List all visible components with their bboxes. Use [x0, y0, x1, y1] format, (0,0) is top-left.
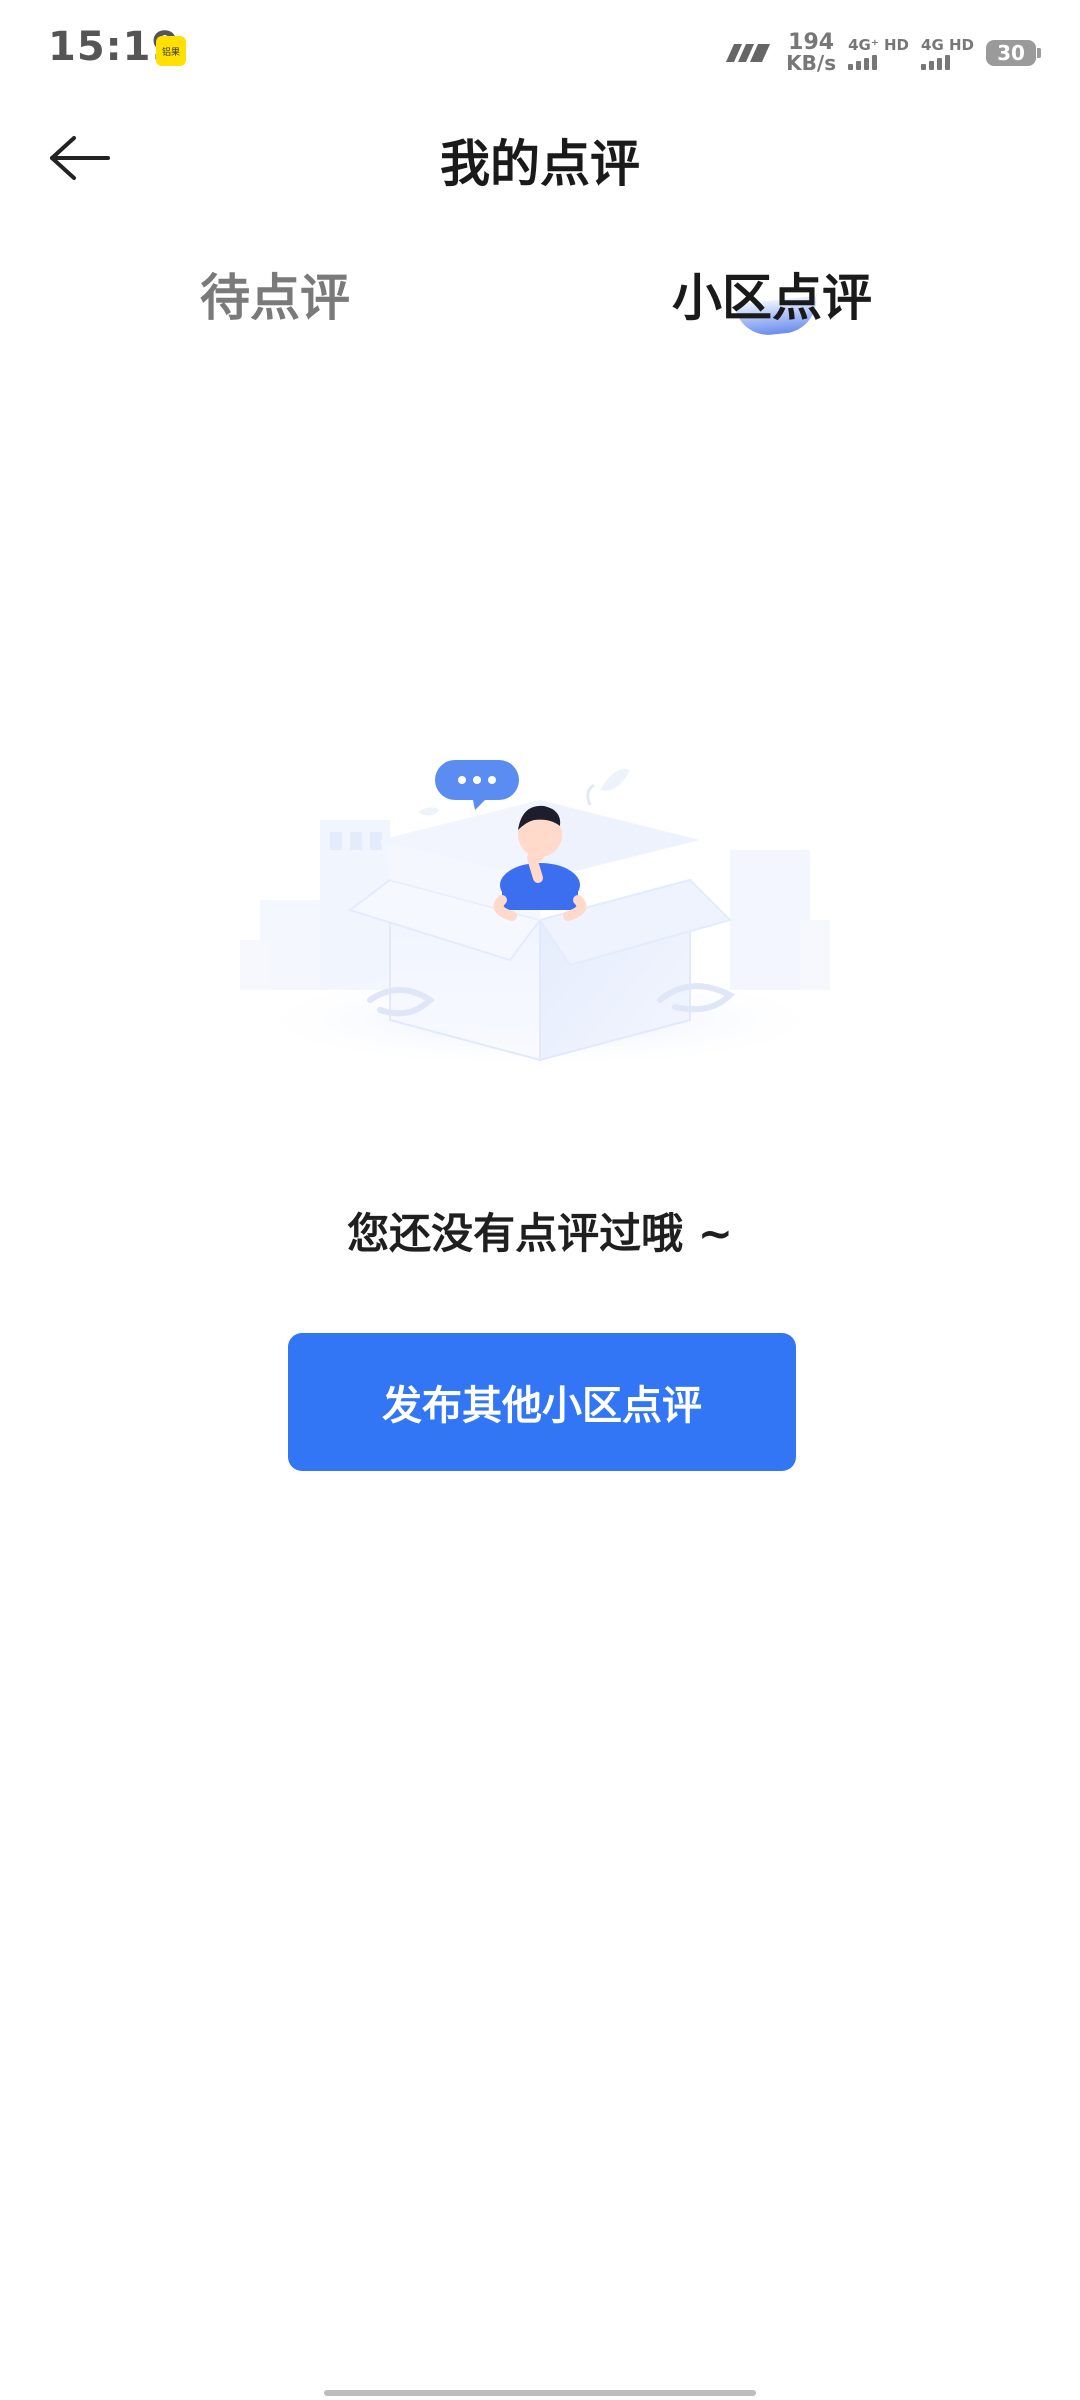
notification-badge-label: 铝果 — [161, 48, 180, 58]
app-notification-icon: 铝果 — [156, 36, 186, 66]
battery-level: 30 — [997, 41, 1025, 65]
publish-other-community-review-button[interactable]: 发布其他小区点评 — [288, 1333, 796, 1471]
home-indicator[interactable] — [324, 2390, 756, 2396]
battery-icon: 30 — [986, 40, 1041, 66]
tab-label: 待点评 — [200, 269, 350, 327]
empty-state-message: 您还没有点评过哦 ~ — [347, 1209, 733, 1258]
tab-community-review[interactable]: 小区点评 — [672, 258, 872, 330]
net-speed-value: 194 — [788, 30, 835, 55]
sim2-label: 4G HD — [921, 36, 974, 54]
net-speed-unit: KB/s — [786, 51, 837, 75]
sim1-signal: 4G⁺ HD — [848, 36, 909, 70]
tab-label: 小区点评 — [672, 269, 872, 327]
sim1-signal-bars-icon — [848, 54, 878, 70]
sim1-label: 4G⁺ HD — [848, 36, 910, 54]
publish-button-label: 发布其他小区点评 — [382, 1383, 702, 1429]
sim2-signal-bars-icon — [921, 54, 951, 70]
status-indicators: 194 KB/s 4G⁺ HD 4G HD 30 — [722, 28, 1041, 78]
sim2-signal: 4G HD — [921, 36, 974, 70]
page-title: 我的点评 — [440, 135, 640, 193]
empty-box-illustration — [240, 760, 840, 1070]
carrier-logo-icon — [726, 44, 771, 62]
tab-pending-review[interactable]: 待点评 — [200, 258, 350, 330]
network-speed: 194 KB/s — [786, 30, 837, 75]
status-bar: 15:19 铝果 194 KB/s 4G⁺ HD 4G HD 30 — [0, 0, 1080, 100]
